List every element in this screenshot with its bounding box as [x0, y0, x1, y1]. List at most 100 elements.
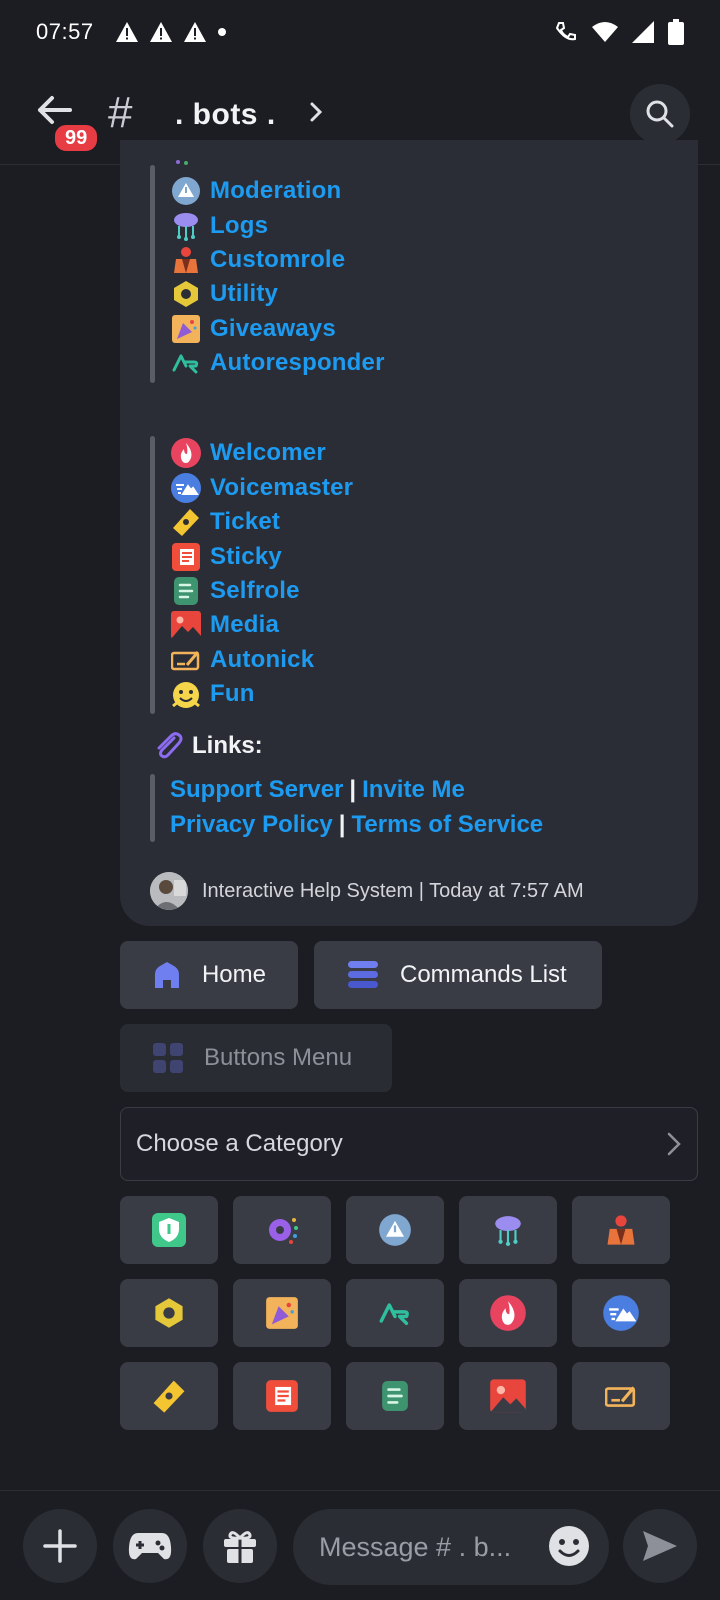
command-ticket[interactable]: Ticket	[170, 505, 280, 539]
category-button-moderation[interactable]	[346, 1196, 444, 1264]
command-welcomer[interactable]: Welcomer	[170, 436, 326, 470]
category-button-utility[interactable]	[120, 1279, 218, 1347]
terms-of-service-link[interactable]: Terms of Service	[352, 811, 544, 838]
partial-icon	[176, 160, 188, 165]
battery-icon	[668, 19, 684, 45]
command-label[interactable]: Media	[210, 611, 279, 639]
command-label[interactable]: Customrole	[210, 246, 345, 274]
category-button-grid	[120, 1196, 670, 1430]
command-autoresponder[interactable]: Autoresponder	[170, 346, 385, 380]
person-crown-icon	[174, 247, 198, 273]
message-input[interactable]: Message # . b...	[293, 1509, 609, 1585]
wave-mountain-icon	[603, 1295, 639, 1331]
message-placeholder: Message # . b...	[319, 1531, 512, 1562]
privacy-policy-link[interactable]: Privacy Policy	[170, 811, 333, 838]
name-tag-pen-icon	[171, 651, 200, 671]
command-media[interactable]: Media	[170, 608, 279, 642]
category-button-selfrole[interactable]	[346, 1362, 444, 1430]
commands-list-button[interactable]: Commands List	[314, 941, 602, 1009]
chevron-right-icon[interactable]	[308, 100, 324, 124]
category-button-autonick[interactable]	[572, 1362, 670, 1430]
grid-icon	[153, 1043, 183, 1073]
category-button-logs[interactable]	[459, 1196, 557, 1264]
warning-icon	[183, 22, 206, 42]
command-label[interactable]: Ticket	[210, 508, 280, 536]
category-button-autoresponder[interactable]	[346, 1279, 444, 1347]
command-selfrole[interactable]: Selfrole	[170, 574, 300, 608]
sticky-note-icon	[172, 543, 200, 571]
send-button[interactable]	[623, 1509, 697, 1583]
category-select[interactable]: Choose a Category	[120, 1107, 698, 1181]
quote-bar	[150, 436, 155, 714]
command-label[interactable]: Logs	[210, 212, 268, 240]
command-label[interactable]: Utility	[210, 280, 278, 308]
ticket-icon	[173, 509, 199, 536]
command-moderation[interactable]: Moderation	[170, 174, 341, 208]
separator: |	[338, 811, 346, 838]
command-label[interactable]: Fun	[210, 680, 255, 708]
channel-name[interactable]: . bots .	[175, 98, 276, 132]
chevron-right-icon	[667, 1132, 681, 1156]
activities-button[interactable]	[113, 1509, 187, 1583]
command-label[interactable]: Sticky	[210, 543, 282, 571]
unread-badge: 99	[52, 122, 101, 154]
wave-mountain-icon	[171, 473, 201, 503]
plus-icon	[43, 1529, 77, 1563]
gift-button[interactable]	[203, 1509, 277, 1583]
links-row: Privacy Policy | Terms of Service	[170, 811, 543, 839]
category-button-ticket[interactable]	[120, 1362, 218, 1430]
add-attachment-button[interactable]	[23, 1509, 97, 1583]
gift-icon	[224, 1531, 256, 1563]
links-heading-text: Links:	[192, 732, 263, 759]
warning-icon	[149, 22, 172, 42]
category-button-shield[interactable]	[120, 1196, 218, 1264]
command-autonick[interactable]: Autonick	[170, 643, 314, 677]
command-label[interactable]: Autoresponder	[210, 349, 385, 377]
emoji-icon[interactable]	[547, 1524, 591, 1568]
dot-icon	[217, 28, 226, 36]
links-heading: Links:	[152, 730, 263, 762]
separator: |	[349, 776, 357, 803]
list-doc-icon	[174, 577, 198, 605]
gear-icon	[269, 1218, 298, 1244]
signal-icon	[632, 21, 654, 43]
support-server-link[interactable]: Support Server	[170, 776, 343, 803]
command-label[interactable]: Autonick	[210, 646, 314, 674]
cloud-network-icon	[495, 1216, 521, 1246]
category-button-customrole[interactable]	[572, 1196, 670, 1264]
command-label[interactable]: Moderation	[210, 177, 341, 205]
command-sticky[interactable]: Sticky	[170, 540, 282, 574]
send-icon	[643, 1531, 677, 1561]
command-label[interactable]: Welcomer	[210, 439, 326, 467]
category-button-voicemaster[interactable]	[572, 1279, 670, 1347]
footer-text: Interactive Help System | Today at 7:57 …	[202, 879, 584, 902]
command-voicemaster[interactable]: Voicemaster	[170, 471, 353, 505]
image-icon	[171, 611, 201, 639]
hex-bolt-icon	[174, 281, 198, 307]
category-button-sticky[interactable]	[233, 1362, 331, 1430]
invite-me-link[interactable]: Invite Me	[362, 776, 465, 803]
command-logs[interactable]: Logs	[170, 209, 268, 243]
category-button-giveaways[interactable]	[233, 1279, 331, 1347]
command-utility[interactable]: Utility	[170, 277, 278, 311]
command-label[interactable]: Giveaways	[210, 315, 336, 343]
category-button-gear[interactable]	[233, 1196, 331, 1264]
flame-icon	[171, 438, 201, 468]
ticket-icon	[153, 1380, 185, 1413]
search-button[interactable]	[630, 84, 690, 144]
buttons-menu-button[interactable]: Buttons Menu	[120, 1024, 392, 1092]
command-customrole[interactable]: Customrole	[170, 243, 345, 277]
happy-face-icon	[172, 682, 200, 708]
gamepad-icon	[128, 1533, 172, 1560]
ar-logo-icon	[379, 1303, 409, 1325]
home-button[interactable]: Home	[120, 941, 298, 1009]
command-fun[interactable]: Fun	[170, 677, 255, 711]
status-time: 07:57	[36, 19, 94, 44]
cloud-network-icon	[174, 213, 198, 241]
image-icon	[490, 1379, 526, 1413]
command-giveaways[interactable]: Giveaways	[170, 312, 336, 346]
category-button-media[interactable]	[459, 1362, 557, 1430]
command-label[interactable]: Selfrole	[210, 577, 300, 605]
category-button-welcomer[interactable]	[459, 1279, 557, 1347]
command-label[interactable]: Voicemaster	[210, 474, 353, 502]
